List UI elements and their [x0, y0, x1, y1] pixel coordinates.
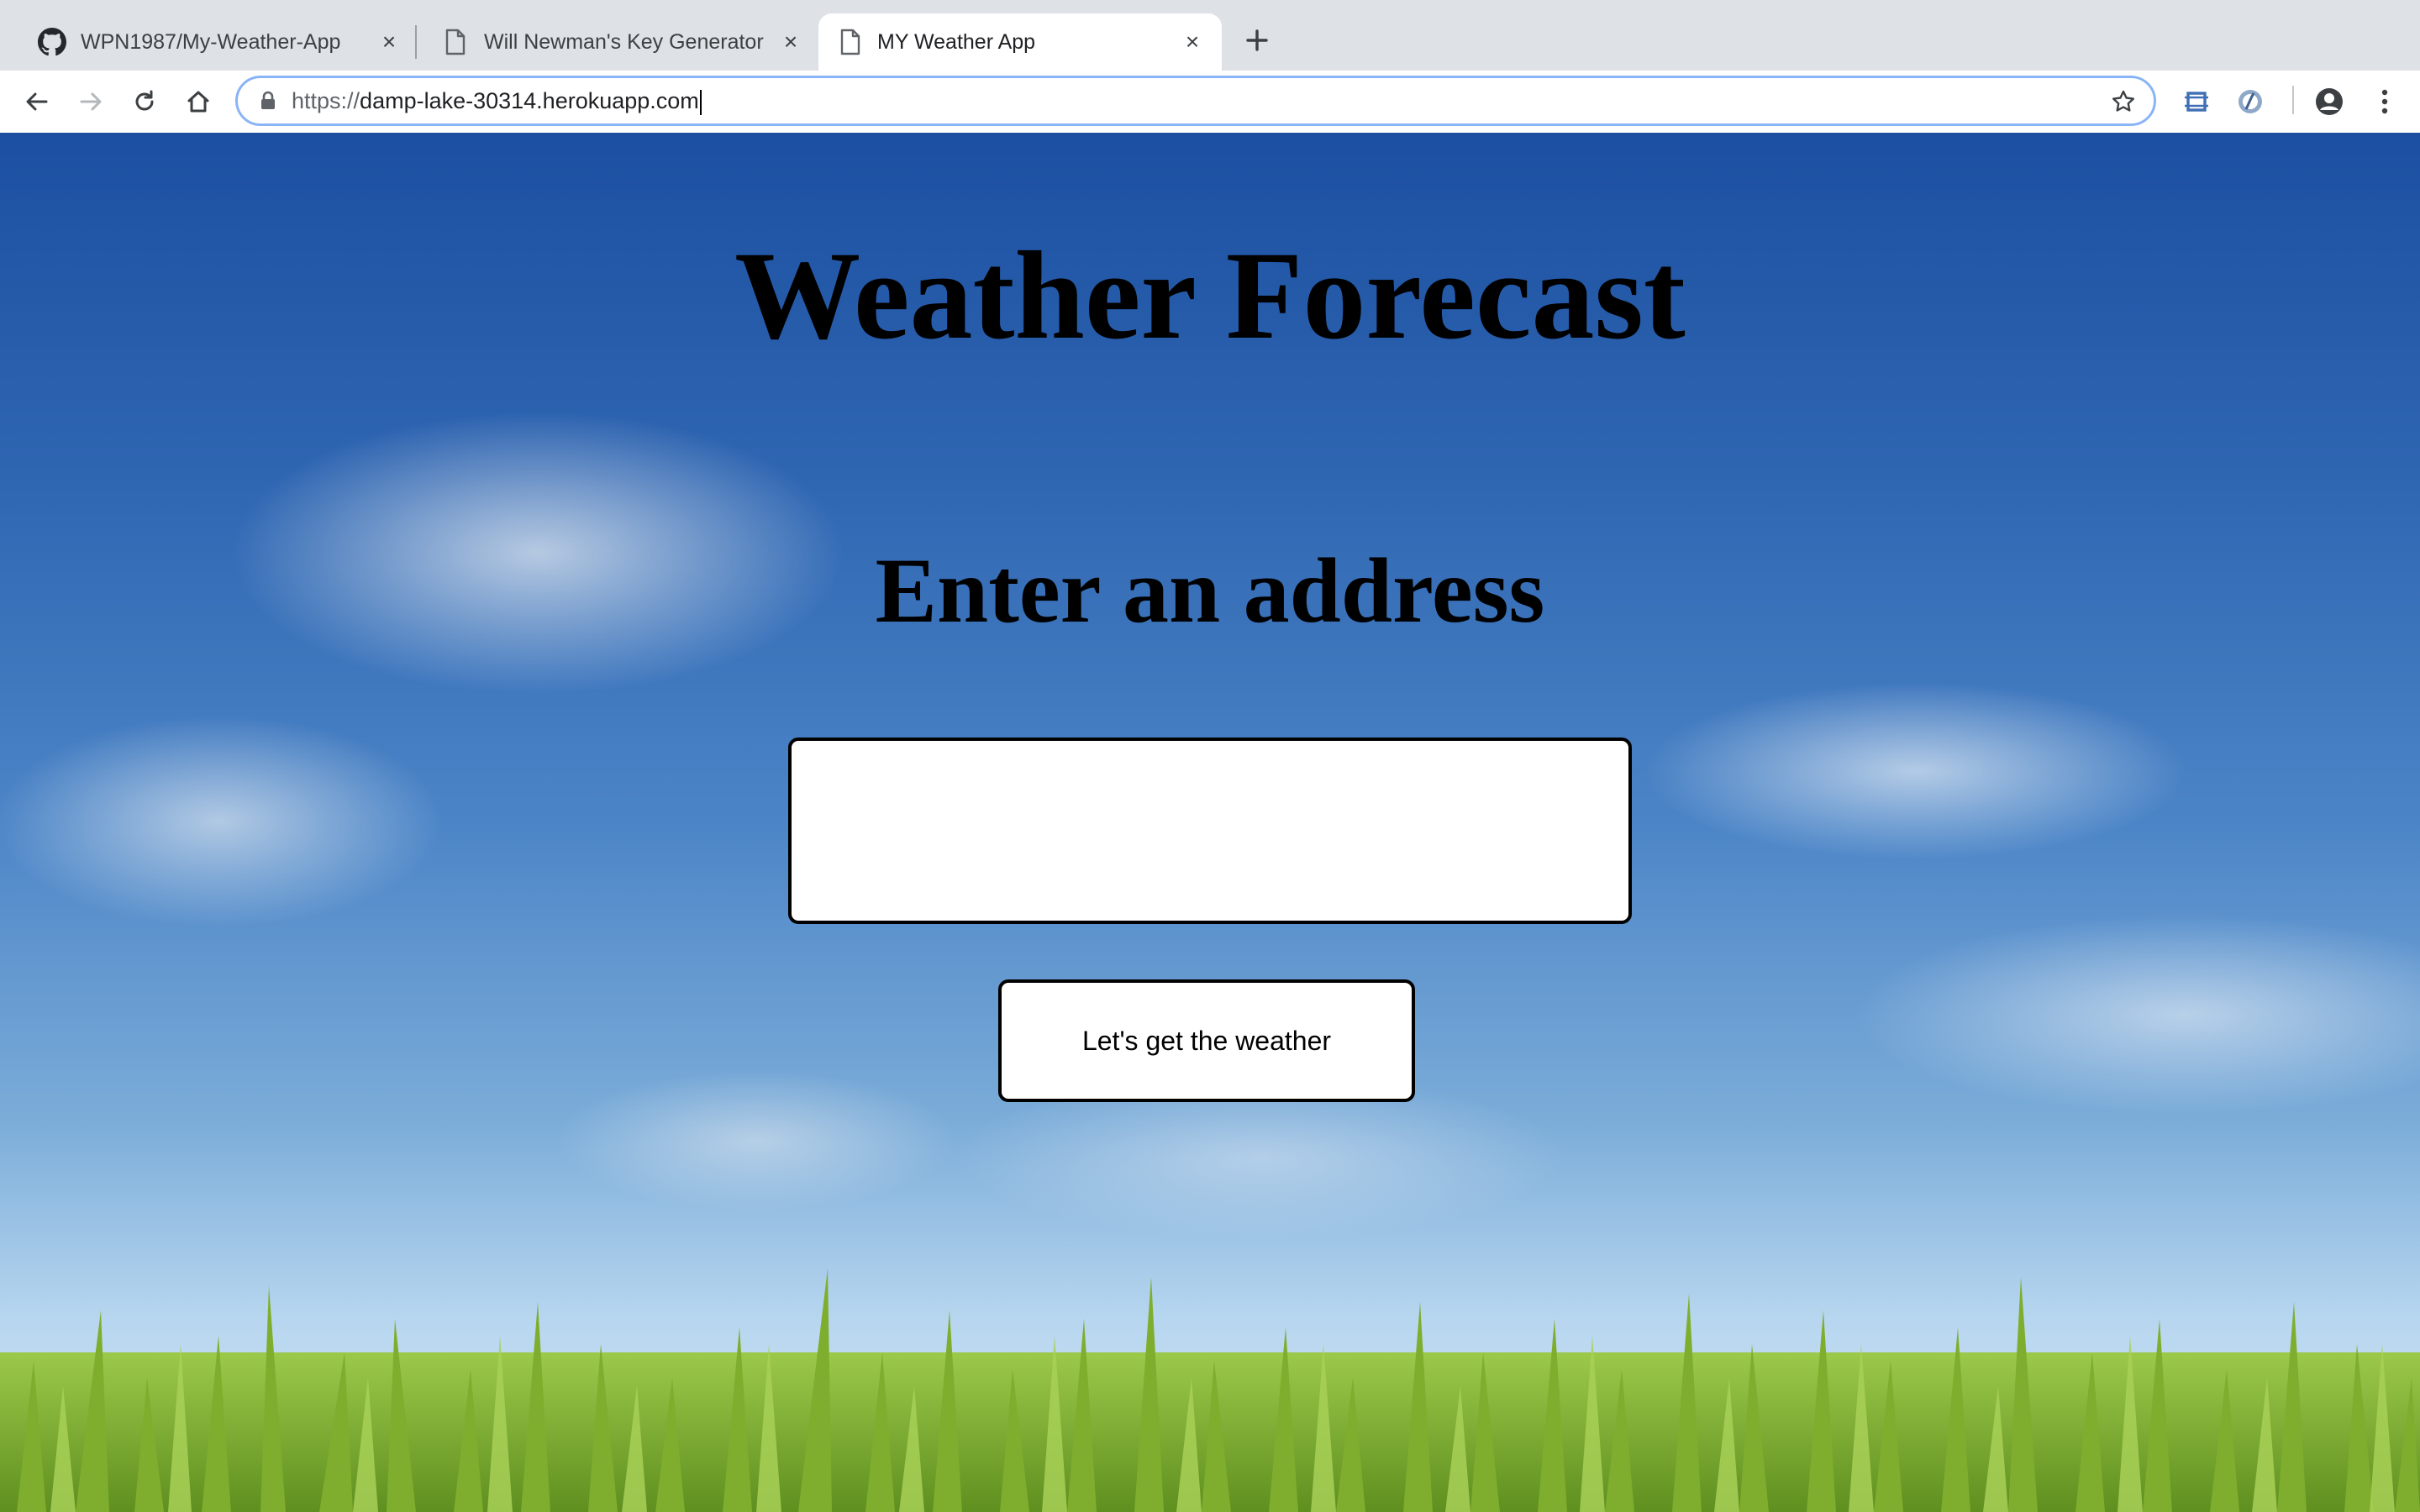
document-icon: [440, 27, 471, 57]
page-viewport: Weather Forecast Enter an address Let's …: [0, 133, 2420, 1512]
url-host: damp-lake-30314.herokuapp.com: [360, 88, 699, 113]
profile-icon[interactable]: [2312, 85, 2346, 118]
tab-title: Will Newman's Key Generator: [484, 30, 764, 54]
back-arrow-icon[interactable]: [20, 85, 54, 118]
menu-kebab-icon[interactable]: [2368, 85, 2402, 118]
page-title: Weather Forecast: [734, 226, 1686, 365]
document-icon: [835, 27, 865, 57]
reload-icon[interactable]: [128, 85, 161, 118]
bookmark-star-icon[interactable]: [2108, 87, 2139, 117]
tab-github[interactable]: WPN1987/My-Weather-App ×: [7, 13, 410, 71]
tab-strip: WPN1987/My-Weather-App × Will Newman's K…: [0, 0, 2420, 71]
tab-title: MY Weather App: [877, 30, 1036, 54]
address-prompt: Enter an address: [875, 539, 1545, 642]
extension-circle-icon[interactable]: [2233, 85, 2267, 118]
url-scheme: https://: [292, 88, 360, 113]
address-input[interactable]: [788, 738, 1632, 924]
close-icon[interactable]: ×: [375, 28, 403, 56]
address-bar[interactable]: https://damp-lake-30314.herokuapp.com: [235, 76, 2156, 126]
tab-title: WPN1987/My-Weather-App: [81, 30, 341, 54]
browser-toolbar: https://damp-lake-30314.herokuapp.com: [0, 71, 2420, 133]
extension-crop-icon[interactable]: [2180, 85, 2213, 118]
get-weather-button[interactable]: Let's get the weather: [998, 979, 1415, 1102]
toolbar-divider: [2292, 86, 2294, 114]
tab-key-generator[interactable]: Will Newman's Key Generator ×: [410, 13, 815, 71]
github-icon: [37, 27, 67, 57]
new-tab-plus-icon[interactable]: [1240, 24, 1274, 57]
close-icon[interactable]: ×: [776, 28, 805, 56]
lock-icon[interactable]: [260, 91, 280, 113]
forward-arrow-icon[interactable]: [74, 85, 108, 118]
close-icon[interactable]: ×: [1178, 28, 1207, 56]
address-url[interactable]: https://damp-lake-30314.herokuapp.com: [292, 78, 702, 123]
grass-background: [0, 1268, 2420, 1512]
text-caret: [699, 89, 702, 115]
home-icon[interactable]: [182, 85, 215, 118]
tab-weather-app[interactable]: MY Weather App ×: [818, 13, 1222, 71]
